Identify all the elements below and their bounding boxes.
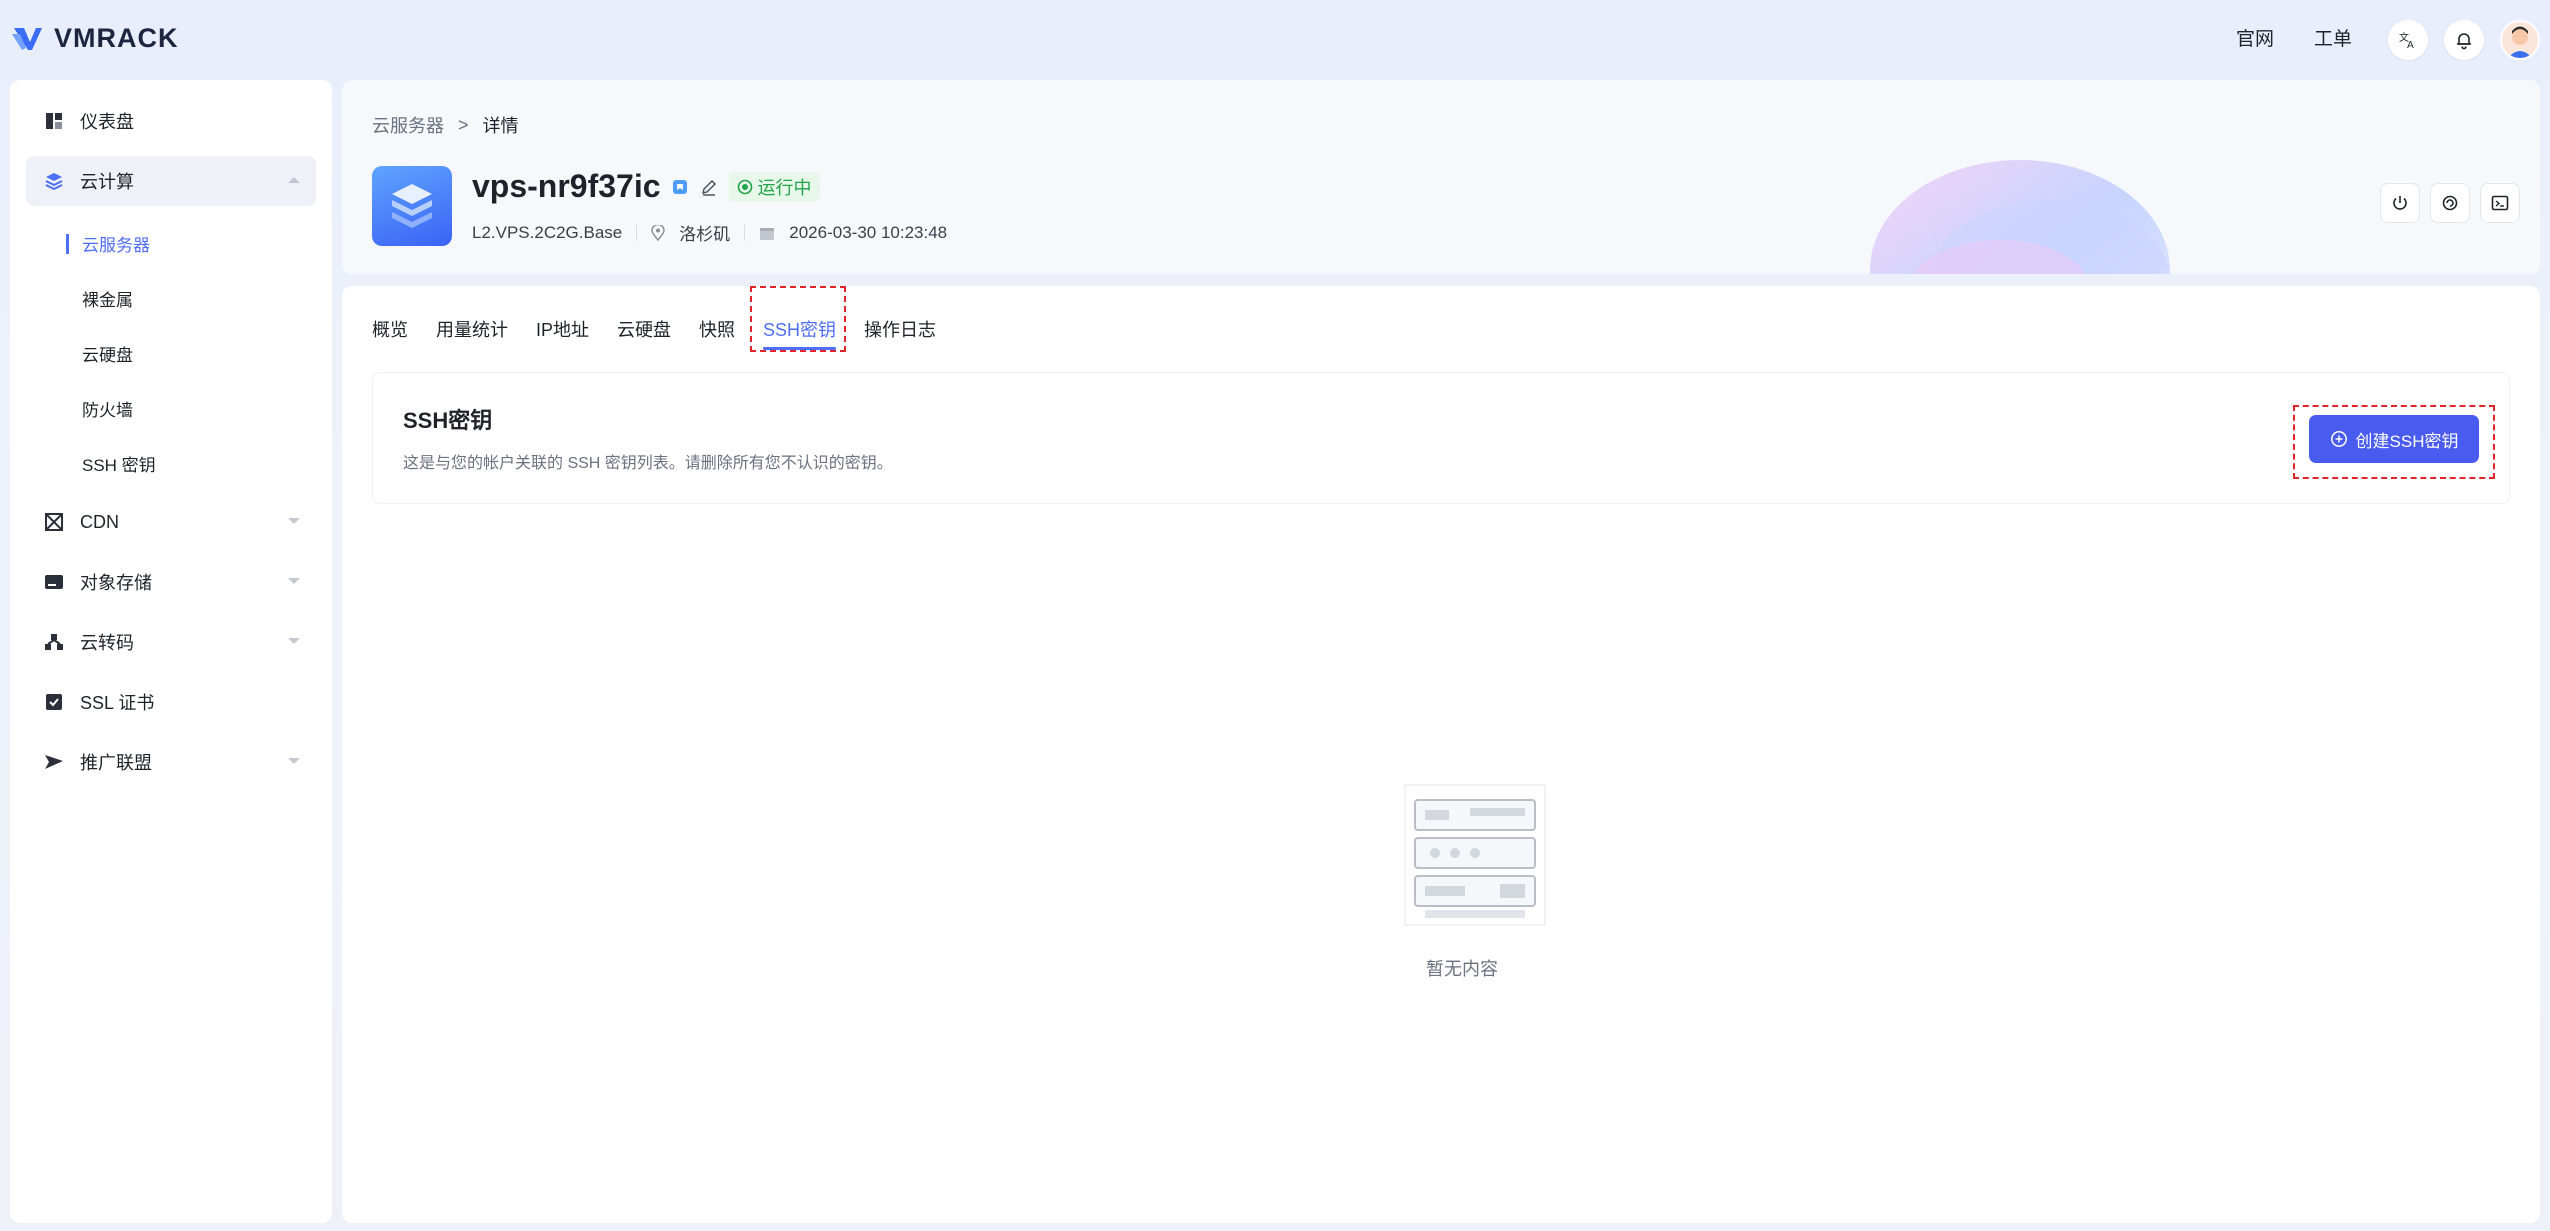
button-highlight-box bbox=[2293, 405, 2495, 479]
server-meta: L2.VPS.2C2G.Base 洛杉矶 2026-03-30 10:23:48 bbox=[472, 220, 947, 245]
language-button[interactable]: 文A bbox=[2388, 20, 2428, 60]
storage-icon bbox=[44, 572, 64, 592]
server-plan: L2.VPS.2C2G.Base bbox=[472, 222, 623, 242]
sidebar-item-dashboard[interactable]: 仪表盘 bbox=[26, 96, 316, 146]
tab-ip-address[interactable]: IP地址 bbox=[522, 304, 603, 356]
panel-title: SSH密钥 bbox=[403, 408, 493, 433]
top-bar: VMRACK 官网 工单 文A bbox=[0, 0, 2550, 80]
chevron-down-icon bbox=[288, 518, 300, 524]
server-title-row: vps-nr9f37ic 运行中 bbox=[472, 168, 820, 205]
tab-highlight-box bbox=[750, 286, 846, 352]
empty-server-icon bbox=[1404, 784, 1545, 926]
tab-overview[interactable]: 概览 bbox=[372, 304, 422, 356]
official-site-link[interactable]: 官网 bbox=[2236, 20, 2274, 60]
notification-button[interactable] bbox=[2444, 20, 2484, 60]
chevron-down-icon bbox=[288, 638, 300, 644]
tag-icon[interactable] bbox=[671, 178, 689, 196]
translate-icon: 文A bbox=[2399, 31, 2414, 50]
tab-usage[interactable]: 用量统计 bbox=[422, 304, 522, 356]
restart-icon bbox=[2442, 195, 2458, 211]
server-cube-icon bbox=[372, 166, 452, 246]
sidebar-item-cloud-compute[interactable]: 云计算 bbox=[26, 156, 316, 206]
sidebar-item-object-storage[interactable]: 对象存储 bbox=[26, 557, 316, 607]
sidebar-subitem-cloud-server[interactable]: 云服务器 bbox=[26, 216, 316, 271]
server-created-time: 2026-03-30 10:23:48 bbox=[789, 222, 948, 242]
sidebar-item-label: SSL 证书 bbox=[80, 693, 155, 713]
network-icon bbox=[44, 632, 64, 652]
vmrack-logo-icon bbox=[10, 20, 46, 56]
power-button[interactable] bbox=[2380, 183, 2420, 223]
svg-text:A: A bbox=[2407, 40, 2414, 50]
console-button[interactable] bbox=[2480, 183, 2520, 223]
status-text: 运行中 bbox=[757, 177, 812, 198]
sidebar: 仪表盘 云计算 云服务器 裸金属 云硬盘 防火墙 SSH 密钥 CDN 对象存储… bbox=[10, 80, 332, 1223]
tab-cloud-disk[interactable]: 云硬盘 bbox=[603, 304, 685, 356]
breadcrumb-parent-link[interactable]: 云服务器 bbox=[372, 112, 444, 138]
tab-operation-log[interactable]: 操作日志 bbox=[850, 304, 950, 356]
main-content: 概览 用量统计 IP地址 云硬盘 快照 SSH密钥 操作日志 SSH密钥 这是与… bbox=[342, 286, 2540, 1223]
location-pin-icon bbox=[651, 224, 666, 241]
server-actions bbox=[2380, 183, 2520, 223]
sidebar-item-label: 云转码 bbox=[80, 633, 134, 653]
sidebar-item-affiliate[interactable]: 推广联盟 bbox=[26, 737, 316, 787]
user-avatar[interactable] bbox=[2500, 20, 2540, 60]
dashboard-icon bbox=[44, 111, 64, 131]
running-icon bbox=[737, 179, 752, 194]
paper-plane-icon bbox=[44, 752, 64, 772]
server-location: 洛杉矶 bbox=[679, 225, 731, 244]
cdn-icon bbox=[44, 512, 64, 532]
edit-icon[interactable] bbox=[699, 177, 719, 197]
sidebar-item-cdn[interactable]: CDN bbox=[26, 497, 316, 547]
sidebar-subitem-cloud-disk[interactable]: 云硬盘 bbox=[26, 326, 316, 381]
breadcrumb-separator: > bbox=[458, 114, 469, 135]
certificate-icon bbox=[44, 692, 64, 712]
chevron-up-icon bbox=[288, 177, 300, 183]
sidebar-item-label: 推广联盟 bbox=[80, 753, 152, 773]
empty-state-text: 暂无内容 bbox=[1426, 959, 1498, 979]
decorative-wave-graphic bbox=[1870, 160, 2170, 274]
restart-button[interactable] bbox=[2430, 183, 2470, 223]
sidebar-item-label: 云计算 bbox=[80, 172, 134, 192]
calendar-icon bbox=[760, 227, 775, 240]
divider bbox=[636, 224, 638, 241]
layers-icon bbox=[44, 171, 64, 191]
chevron-down-icon bbox=[288, 578, 300, 584]
panel-description: 这是与您的帐户关联的 SSH 密钥列表。请删除所有您不认识的密钥。 bbox=[403, 455, 893, 472]
brand-logo[interactable]: VMRACK bbox=[10, 20, 179, 56]
sidebar-item-transcode[interactable]: 云转码 bbox=[26, 617, 316, 667]
sidebar-item-label: 对象存储 bbox=[80, 573, 152, 593]
tab-snapshot[interactable]: 快照 bbox=[685, 304, 749, 356]
empty-state: 暂无内容 bbox=[1362, 780, 1562, 981]
sidebar-item-label: 仪表盘 bbox=[80, 112, 134, 132]
status-badge: 运行中 bbox=[728, 171, 820, 202]
tab-bar: 概览 用量统计 IP地址 云硬盘 快照 SSH密钥 操作日志 bbox=[372, 304, 950, 356]
sidebar-subitem-ssh-keys[interactable]: SSH 密钥 bbox=[26, 436, 316, 491]
ticket-link[interactable]: 工单 bbox=[2314, 20, 2352, 60]
ssh-key-panel: SSH密钥 这是与您的帐户关联的 SSH 密钥列表。请删除所有您不认识的密钥。 … bbox=[372, 372, 2510, 504]
divider bbox=[744, 224, 746, 241]
server-header: 云服务器 > 详情 vps-nr9f37ic 运行中 L2.VPS.2C2G.B… bbox=[342, 80, 2540, 274]
sidebar-item-ssl-certificate[interactable]: SSL 证书 bbox=[26, 677, 316, 727]
sidebar-subitem-firewall[interactable]: 防火墙 bbox=[26, 381, 316, 436]
chevron-down-icon bbox=[288, 758, 300, 764]
brand-name: VMRACK bbox=[54, 22, 179, 53]
server-name: vps-nr9f37ic bbox=[472, 168, 661, 204]
bell-icon bbox=[2457, 33, 2471, 50]
sidebar-item-label: CDN bbox=[80, 511, 119, 532]
power-icon bbox=[2393, 196, 2407, 210]
terminal-icon bbox=[2491, 195, 2509, 211]
breadcrumb: 云服务器 > 详情 bbox=[372, 112, 519, 138]
breadcrumb-current: 详情 bbox=[482, 116, 519, 136]
sidebar-subitem-bare-metal[interactable]: 裸金属 bbox=[26, 271, 316, 326]
